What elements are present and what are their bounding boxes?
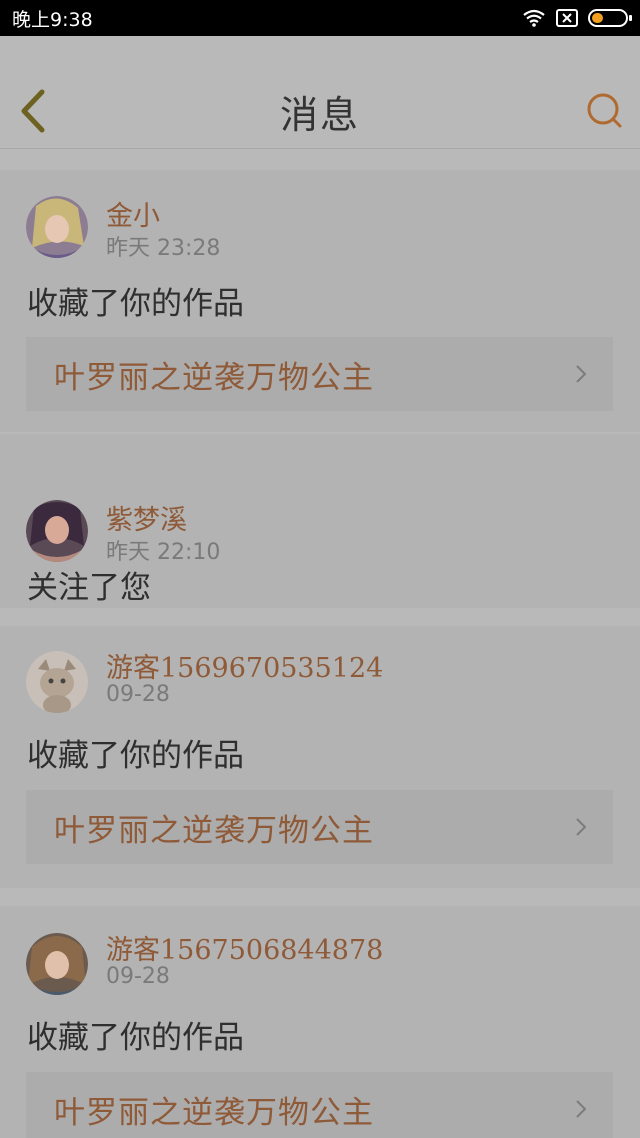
chevron-right-icon: [576, 365, 587, 383]
username[interactable]: 金小: [106, 194, 160, 233]
avatar[interactable]: [26, 933, 88, 995]
timestamp: 昨天 23:28: [106, 236, 221, 261]
username[interactable]: 游客1567506844878: [106, 928, 383, 967]
work-link[interactable]: 叶罗丽之逆袭万物公主: [26, 1072, 613, 1138]
action-text: 收藏了你的作品: [27, 1020, 244, 1056]
battery-fill: [592, 13, 603, 23]
avatar[interactable]: [26, 196, 88, 258]
chevron-right-icon: [576, 1100, 587, 1118]
page-title: 消息: [279, 93, 360, 137]
avatar[interactable]: [26, 500, 88, 562]
status-icons: [522, 9, 632, 27]
message-card: 金小 昨天 23:28 收藏了你的作品 叶罗丽之逆袭万物公主: [0, 170, 640, 432]
chevron-right-icon: [576, 818, 587, 836]
search-button[interactable]: [586, 92, 624, 130]
message-list: 金小 昨天 23:28 收藏了你的作品 叶罗丽之逆袭万物公主 紫梦溪 昨天 22…: [0, 170, 640, 1138]
sim-off-icon: [556, 9, 578, 27]
search-icon: [587, 93, 622, 128]
status-bar: 晚上9:38: [0, 0, 640, 36]
action-text: 收藏了你的作品: [27, 286, 244, 322]
status-time: 晚上9:38: [12, 8, 93, 31]
action-text: 收藏了你的作品: [27, 738, 244, 774]
work-link[interactable]: 叶罗丽之逆袭万物公主: [26, 337, 613, 411]
username[interactable]: 紫梦溪: [106, 498, 187, 537]
wifi-icon: [523, 9, 545, 27]
avatar[interactable]: [26, 651, 88, 713]
battery-icon: [588, 9, 632, 27]
work-title: 叶罗丽之逆袭万物公主: [54, 1094, 374, 1131]
work-title: 叶罗丽之逆袭万物公主: [54, 359, 374, 396]
timestamp: 09-28: [106, 682, 170, 707]
message-card: 游客1567506844878 09-28 收藏了你的作品 叶罗丽之逆袭万物公主: [0, 906, 640, 1138]
work-link[interactable]: 叶罗丽之逆袭万物公主: [26, 790, 613, 864]
message-card: 游客1569670535124 09-28 收藏了你的作品 叶罗丽之逆袭万物公主: [0, 626, 640, 888]
timestamp: 09-28: [106, 964, 170, 989]
nav-bar: 消息: [0, 36, 640, 149]
work-title: 叶罗丽之逆袭万物公主: [54, 812, 374, 849]
username[interactable]: 游客1569670535124: [106, 646, 383, 685]
action-text: 关注了您: [27, 570, 151, 606]
message-card: 紫梦溪 昨天 22:10 关注了您: [0, 434, 640, 608]
